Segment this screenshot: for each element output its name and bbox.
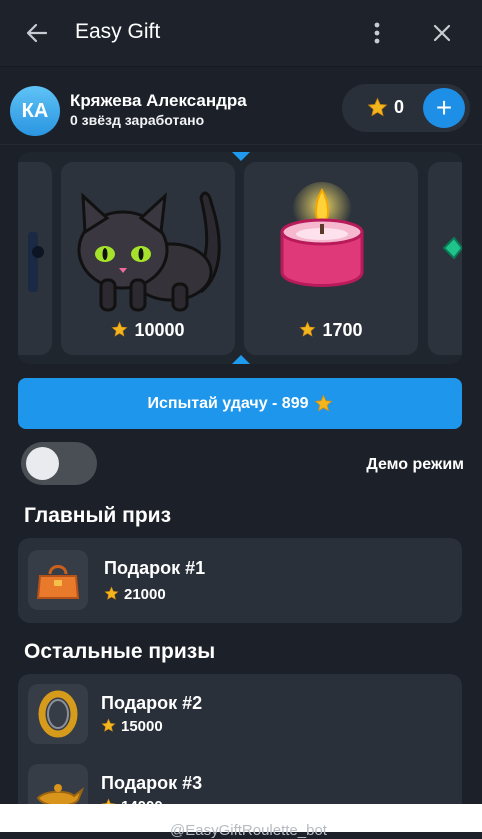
arrow-left-icon [26,23,48,43]
prize-price-value: 21000 [124,586,166,603]
prize-price: 21000 [104,586,166,603]
ring-image [38,690,78,738]
balance-value: 0 [394,97,405,117]
prize-thumbnail [28,764,88,804]
prize-name: Подарок #3 [101,773,203,793]
star-icon [104,586,119,600]
handbag-image [36,565,80,599]
more-vertical-icon [374,22,380,44]
try-luck-label: Испытай удачу - 899 [147,394,309,412]
main-prize-card[interactable]: Подарок #1 21000 [18,538,462,623]
other-prizes-list: Подарок #2 15000 Подарок #3 14000 [18,674,462,804]
close-icon [433,24,451,42]
star-icon [367,97,388,117]
carousel-price: 10000 [61,320,235,341]
balance-pill: 0 + [342,84,470,132]
carousel-pointer-top [232,152,250,161]
top-bar: Easy Gift [0,0,482,67]
prize-name: Подарок #2 [101,693,203,713]
back-button[interactable] [22,18,52,48]
other-prizes-title: Остальные призы [24,640,216,663]
stars-earned-text: 0 звёзд заработано [70,112,205,128]
star-icon [101,718,116,732]
footer-bot-link[interactable]: @EasyGiftRoulette_bot [170,822,327,839]
app-title: Easy Gift [75,20,161,43]
candle-image [280,182,364,287]
toggle-knob [26,447,59,480]
carousel-card-candle[interactable]: 1700 [244,162,418,355]
prize-name: Подарок #1 [104,558,206,578]
demo-mode-label: Демо режим [366,456,464,473]
carousel-price: 1700 [244,320,418,341]
prize-carousel[interactable]: 10000 1700 [18,152,462,364]
prize-price-value: 15000 [121,718,163,735]
more-button[interactable] [366,18,388,48]
prize-thumbnail [28,684,88,744]
main-prize-title: Главный приз [24,504,172,527]
carousel-card-partial-left [18,162,52,355]
user-bar: КА Кряжева Александра 0 звёзд заработано… [0,74,482,145]
carousel-card-partial-right [428,162,462,355]
star-icon [112,321,128,337]
add-stars-button[interactable]: + [423,88,465,128]
black-cat-image [77,191,221,312]
prize-thumbnail [28,550,88,610]
lamp-image [36,784,85,804]
user-name: Кряжева Александра [70,91,247,110]
carousel-pointer-bottom [232,355,250,364]
carousel-card-cat[interactable]: 10000 [61,162,235,355]
prize-price: 15000 [101,718,163,735]
try-luck-button[interactable]: Испытай удачу - 899 [18,378,462,429]
star-icon [314,394,332,412]
gem-image [442,236,462,260]
demo-mode-toggle[interactable] [21,442,97,485]
carousel-price-value: 1700 [322,320,363,340]
gift-image [28,232,44,292]
star-icon [300,321,316,337]
close-button[interactable] [428,18,456,48]
avatar[interactable]: КА [10,86,60,136]
carousel-price-value: 10000 [134,320,185,340]
